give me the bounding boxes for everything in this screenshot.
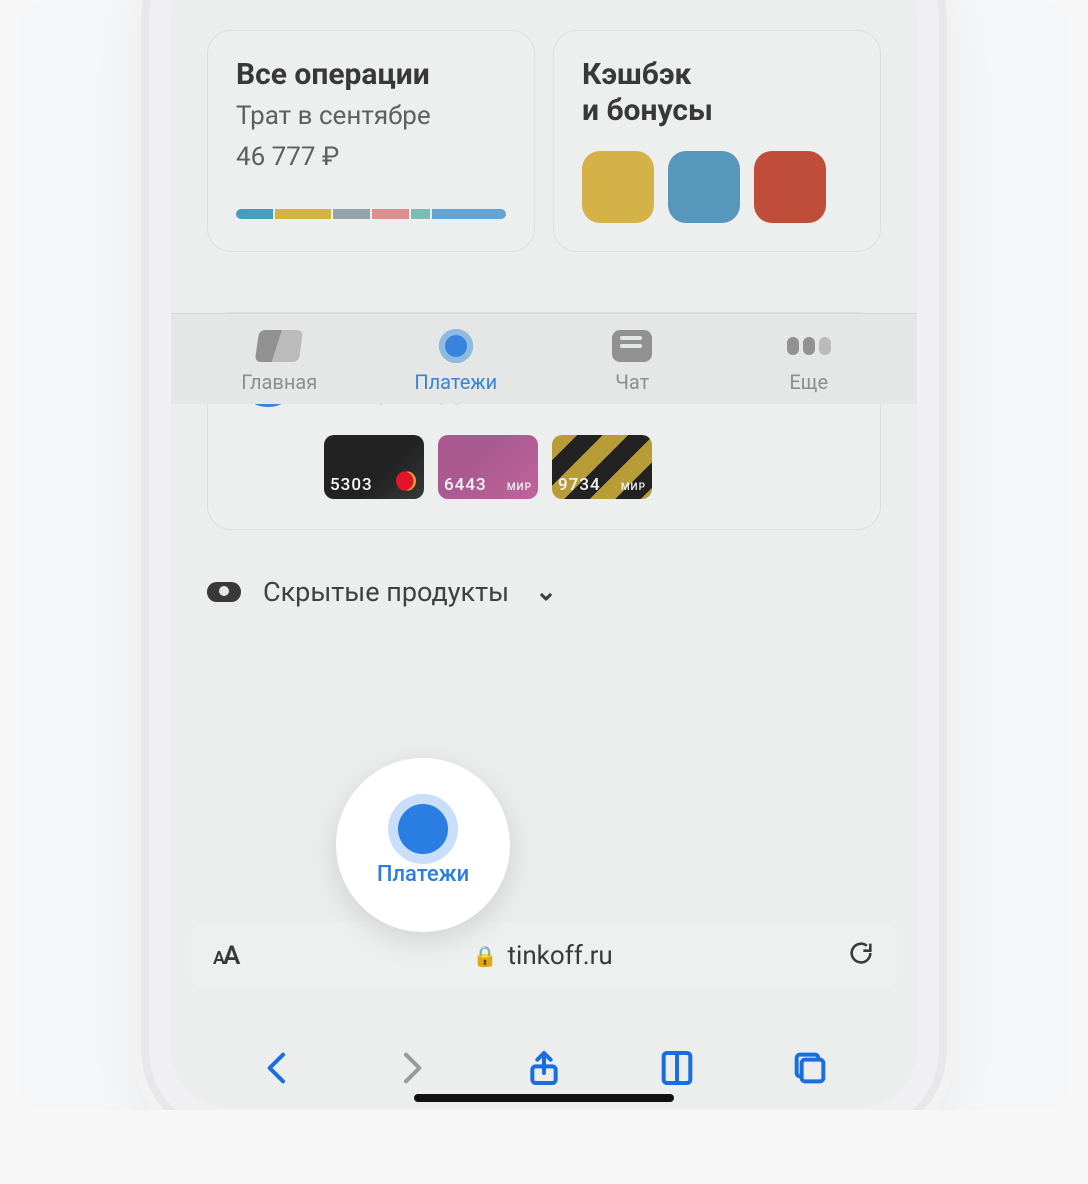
home-icon [255,330,303,362]
tab-payments[interactable]: Платежи [396,328,516,394]
payments-icon [439,329,473,363]
home-indicator[interactable] [414,1094,674,1102]
spend-progress-bar [236,209,506,219]
tile-cashback[interactable]: Кэшбэк и бонусы [553,30,881,252]
bank-card-3[interactable]: 9734 МИР [552,435,652,499]
tab-more[interactable]: Еще [749,328,869,394]
app-tabbar: Главная Платежи Чат Еще [171,313,917,404]
safari-url-bar[interactable]: AA 🔒 tinkoff.ru [189,922,899,990]
tab-home-label: Главная [241,370,317,394]
card-last4: 6443 [444,475,487,495]
reload-button[interactable] [847,939,875,974]
tile-operations-subtitle: Трат в сентябре [236,99,506,134]
eye-closed-icon [207,582,241,602]
card-last4: 5303 [330,475,373,495]
cashback-chip-yellow [582,151,654,223]
payments-icon [398,804,448,854]
tile-operations-amount: 46 777 ₽ [236,140,506,175]
bookmarks-button[interactable] [657,1048,697,1092]
hidden-products-row[interactable]: Скрытые продукты ⌄ [207,576,881,608]
url-domain: tinkoff.ru [508,941,613,971]
tile-cashback-title1: Кэшбэк [582,57,852,93]
safari-toolbar [171,1040,917,1092]
tab-chat-label: Чат [615,370,649,394]
cashback-chips [582,151,852,223]
tile-operations[interactable]: Все операции Трат в сентябре 46 777 ₽ [207,30,535,252]
more-icon [787,337,831,355]
tile-operations-title: Все операции [236,57,506,93]
cashback-chip-blue [668,151,740,223]
tab-chat[interactable]: Чат [572,328,692,394]
mir-icon: МИР [507,482,532,493]
chevron-down-icon: ⌄ [535,577,557,607]
tab-home[interactable]: Главная [219,328,339,394]
hidden-products-label: Скрытые продукты [263,576,509,608]
bank-card-1[interactable]: 5303 [324,435,424,499]
text-size-button[interactable]: AA [213,941,238,971]
tile-cashback-title2: и бонусы [582,93,852,129]
tabs-button[interactable] [790,1048,830,1092]
back-button[interactable] [258,1048,298,1092]
card-last4: 9734 [558,475,601,495]
spotlight-label: Платежи [377,862,469,887]
lock-icon: 🔒 [473,944,498,968]
tab-payments-label: Платежи [414,370,497,394]
mir-icon: МИР [621,482,646,493]
forward-button[interactable] [391,1048,431,1092]
summary-tiles: Все операции Трат в сентябре 46 777 ₽ Кэ… [171,0,917,252]
share-button[interactable] [524,1048,564,1092]
mastercard-icon [396,471,416,491]
spotlight-payments[interactable]: Платежи [336,758,510,932]
chat-icon [612,330,652,362]
bank-card-2[interactable]: 6443 МИР [438,435,538,499]
tab-more-label: Еще [789,370,828,394]
cards-row: 5303 6443 МИР 9734 МИР [324,435,852,499]
cashback-chip-red [754,151,826,223]
